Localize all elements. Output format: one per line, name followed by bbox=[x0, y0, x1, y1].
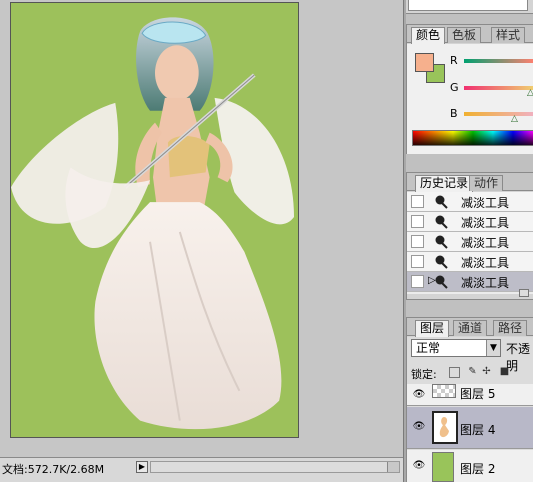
history-item-label: 减淡工具 bbox=[461, 256, 510, 270]
history-snapshot-checkbox[interactable] bbox=[411, 215, 424, 228]
tab-actions[interactable]: 动作 bbox=[469, 175, 504, 191]
layer-name: 图层 5 bbox=[460, 387, 496, 401]
tab-history[interactable]: 历史记录 bbox=[415, 175, 474, 192]
history-item[interactable]: 减淡工具 bbox=[407, 192, 533, 212]
channel-b-label: B bbox=[450, 107, 458, 120]
color-panel: 颜色 色板 样式 R G △ B △ bbox=[406, 24, 533, 154]
history-snapshot-checkbox[interactable] bbox=[411, 255, 424, 268]
channel-b-slider[interactable] bbox=[464, 112, 533, 116]
lock-transparency-icon[interactable] bbox=[449, 367, 460, 378]
lock-image-brush-icon[interactable]: ✎ bbox=[467, 367, 478, 378]
color-panel-tabs: 颜色 色板 样式 bbox=[407, 25, 533, 44]
horizontal-scrollbar[interactable] bbox=[150, 461, 400, 473]
tab-layers[interactable]: 图层 bbox=[415, 320, 450, 337]
history-item-label: 减淡工具 bbox=[461, 276, 510, 290]
history-panel-tabs: 历史记录 动作 bbox=[407, 173, 533, 192]
tab-swatches[interactable]: 色板 bbox=[447, 27, 482, 43]
history-panel: 历史记录 动作 减淡工具 减淡工具 减淡工具 减淡工具 ▷ 减淡工具 bbox=[406, 172, 533, 300]
canvas-image bbox=[11, 17, 295, 430]
chevron-down-icon[interactable]: ▼ bbox=[486, 340, 500, 356]
blend-mode-value: 正常 bbox=[416, 341, 441, 355]
layer-thumbnail bbox=[432, 452, 454, 482]
foreground-color-swatch[interactable] bbox=[415, 53, 434, 72]
lock-label: 锁定: bbox=[411, 368, 437, 381]
channel-b-marker[interactable]: △ bbox=[511, 114, 518, 124]
history-item-label: 减淡工具 bbox=[461, 236, 510, 250]
lock-position-move-icon[interactable]: ✢ bbox=[481, 367, 492, 378]
layer-thumbnail bbox=[432, 411, 458, 444]
visibility-eye-icon[interactable]: 👁 bbox=[412, 389, 426, 401]
layer-thumbnail bbox=[432, 384, 456, 398]
dodge-tool-icon bbox=[435, 235, 448, 249]
color-panel-body: R G △ B △ bbox=[407, 44, 533, 154]
tab-paths[interactable]: 路径 bbox=[493, 320, 528, 336]
visibility-eye-icon[interactable]: 👁 bbox=[412, 421, 426, 433]
blend-mode-select[interactable]: 正常 ▼ bbox=[411, 339, 501, 357]
layer-name: 图层 4 bbox=[460, 423, 496, 437]
document-canvas[interactable] bbox=[10, 2, 299, 438]
dodge-tool-icon bbox=[435, 275, 448, 289]
history-snapshot-checkbox[interactable] bbox=[411, 275, 424, 288]
layer-row[interactable]: 👁 图层 5 bbox=[407, 384, 533, 406]
history-item[interactable]: 减淡工具 bbox=[407, 212, 533, 232]
tab-channels[interactable]: 通道 bbox=[453, 320, 488, 336]
layer-row-selected[interactable]: 👁 图层 4 bbox=[407, 407, 533, 449]
document-size-info: 文档:572.7K/2.68M bbox=[2, 463, 105, 476]
layers-panel: 图层 通道 路径 正常 ▼ 不透明 锁定: ✎ ✢ ■ 👁 图层 5 👁 图层 … bbox=[406, 317, 533, 482]
status-bar: 文档:572.7K/2.68M ▶ bbox=[0, 457, 403, 482]
history-item-label: 减淡工具 bbox=[461, 196, 510, 210]
history-item[interactable]: 减淡工具 bbox=[407, 252, 533, 272]
channel-r-label: R bbox=[450, 54, 458, 67]
layers-panel-tabs: 图层 通道 路径 bbox=[407, 318, 533, 337]
channel-g-label: G bbox=[450, 81, 459, 94]
lock-all-icon[interactable]: ■ bbox=[499, 367, 510, 378]
history-item-label: 减淡工具 bbox=[461, 216, 510, 230]
channel-r-slider[interactable] bbox=[464, 59, 533, 63]
visibility-eye-icon[interactable]: 👁 bbox=[412, 460, 426, 472]
color-spectrum[interactable] bbox=[412, 130, 533, 146]
dodge-tool-icon bbox=[435, 255, 448, 269]
scrollbar-thumb[interactable] bbox=[387, 462, 399, 472]
layer-row[interactable]: 👁 图层 2 bbox=[407, 450, 533, 482]
workspace bbox=[0, 0, 403, 457]
status-menu-button[interactable]: ▶ bbox=[136, 461, 148, 473]
lock-options: 锁定: ✎ ✢ ■ bbox=[411, 366, 533, 382]
history-list: 减淡工具 减淡工具 减淡工具 减淡工具 ▷ 减淡工具 bbox=[407, 192, 533, 294]
layer-name: 图层 2 bbox=[460, 462, 496, 476]
options-field[interactable] bbox=[408, 0, 528, 11]
dodge-tool-icon bbox=[435, 195, 448, 209]
history-item[interactable]: 减淡工具 bbox=[407, 232, 533, 252]
history-snapshot-checkbox[interactable] bbox=[411, 235, 424, 248]
panel-top-strip bbox=[406, 0, 533, 14]
layers-list: 正常 ▼ 不透明 锁定: ✎ ✢ ■ 👁 图层 5 👁 图层 4 👁 图层 2 bbox=[407, 337, 533, 482]
tab-styles[interactable]: 样式 bbox=[491, 27, 526, 43]
history-snapshot-checkbox[interactable] bbox=[411, 195, 424, 208]
channel-g-slider[interactable] bbox=[464, 86, 533, 90]
tab-color[interactable]: 颜色 bbox=[411, 27, 446, 44]
history-item-current[interactable]: ▷ 减淡工具 bbox=[407, 272, 533, 292]
dodge-tool-icon bbox=[435, 215, 448, 229]
history-menu-icon[interactable] bbox=[519, 289, 529, 297]
layer-figure-thumbnail bbox=[439, 417, 449, 438]
channel-g-marker[interactable]: △ bbox=[527, 88, 533, 98]
